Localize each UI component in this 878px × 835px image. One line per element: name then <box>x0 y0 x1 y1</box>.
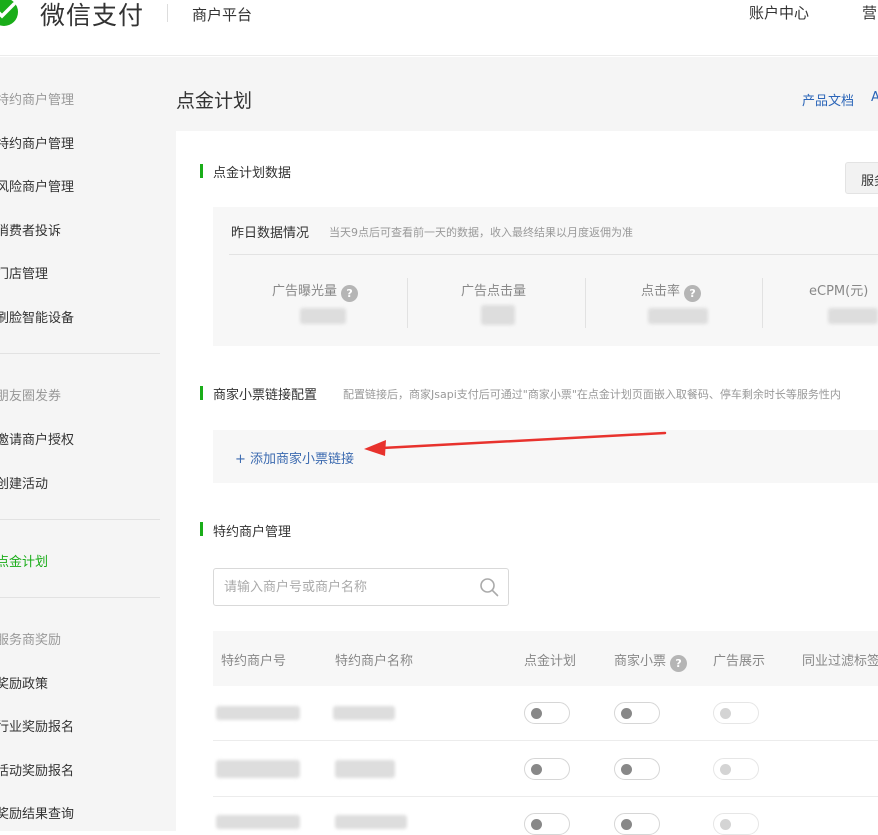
toggle-ad-display <box>713 758 759 780</box>
sidebar-item-create-activity[interactable]: 创建活动 <box>0 473 48 492</box>
toggle-knob <box>531 819 542 830</box>
metric-ecpm: eCPM(元) <box>809 280 868 299</box>
product-docs-link[interactable]: 产品文档 <box>802 90 854 109</box>
sidebar-item-face-devices[interactable]: 刷脸智能设备 <box>0 307 74 326</box>
receipt-section-desc: 配置链接后，商家Jsapi支付后可通过"商家小票"在点金计划页面嵌入取餐码、停车… <box>343 388 841 401</box>
brand-divider <box>167 4 168 22</box>
sidebar-item-reward-policy[interactable]: 奖励政策 <box>0 673 48 692</box>
column-header: 商家小票? <box>614 650 688 672</box>
sidebar-item-invite-auth[interactable]: 邀请商户授权 <box>0 429 74 448</box>
sidebar-group-moments: 朋友圈发券 <box>0 389 62 404</box>
sidebar-item-reward-results[interactable]: 奖励结果查询 <box>0 803 74 822</box>
top-bar: 微信支付 商户平台 账户中心 营 <box>0 0 878 56</box>
column-header: 同业过滤标签 <box>802 654 878 669</box>
toggle-knob <box>720 764 731 775</box>
sidebar-divider <box>0 597 160 598</box>
toggle-gold-plan[interactable] <box>524 702 570 724</box>
column-header: 特约商户名称 <box>335 654 414 669</box>
sidebar-item-merchant-mgmt[interactable]: 特约商户管理 <box>0 133 74 152</box>
metric-label: 广告曝光量 <box>272 284 338 299</box>
metric-label: eCPM(元) <box>809 284 869 299</box>
stats-heading: 昨日数据情况 <box>231 226 310 241</box>
platform-name[interactable]: 商户平台 <box>192 4 252 25</box>
redacted-merchant-id <box>216 815 300 829</box>
row-divider <box>213 740 878 741</box>
receipt-section-title: 商家小票链接配置 <box>213 388 318 403</box>
sidebar-item-complaints[interactable]: 消费者投诉 <box>0 220 61 239</box>
sidebar-item-risk-merchant[interactable]: 风险商户管理 <box>0 176 74 195</box>
metric-divider <box>407 278 408 328</box>
toggle-ad-display <box>713 813 759 835</box>
toggle-knob <box>720 819 731 830</box>
sidebar-item-activity-reward[interactable]: 活动奖励报名 <box>0 760 74 779</box>
sidebar-divider <box>0 353 160 354</box>
sidebar-group-merchant: 特约商户管理 <box>0 93 75 108</box>
metric-clicks: 广告点击量 <box>461 280 526 299</box>
sidebar-group-rewards: 服务商奖励 <box>0 633 62 648</box>
redacted-value <box>300 308 346 324</box>
nav-marketing[interactable]: 营 <box>862 2 877 23</box>
sidebar-divider <box>0 519 160 520</box>
sidebar-item-industry-reward[interactable]: 行业奖励报名 <box>0 716 74 735</box>
toggle-gold-plan[interactable] <box>524 758 570 780</box>
metric-impressions: 广告曝光量? <box>272 280 359 302</box>
toggle-gold-plan[interactable] <box>524 813 570 835</box>
column-header: 特约商户号 <box>221 654 287 669</box>
toggle-knob <box>531 764 542 775</box>
section-marker <box>200 522 203 536</box>
metric-divider <box>585 278 586 328</box>
data-section-title: 点金计划数据 <box>213 166 292 181</box>
redacted-value <box>828 308 878 324</box>
redacted-merchant-id <box>216 760 300 778</box>
metric-label: 广告点击量 <box>461 284 527 299</box>
question-icon[interactable]: ? <box>341 285 359 302</box>
service-button[interactable]: 服务 <box>845 162 878 194</box>
brand-name: 微信支付 <box>40 1 145 30</box>
column-header: 广告展示 <box>713 654 766 669</box>
toggle-knob <box>720 708 731 719</box>
question-icon[interactable]: ? <box>670 655 688 672</box>
toggle-knob <box>621 708 632 719</box>
section-marker <box>200 164 203 178</box>
toggle-knob <box>621 764 632 775</box>
column-header: 点金计划 <box>524 654 577 669</box>
merchant-section-title: 特约商户管理 <box>213 525 292 540</box>
add-receipt-link[interactable]: + 添加商家小票链接 <box>235 448 354 467</box>
toggle-receipt[interactable] <box>614 813 660 835</box>
redacted-merchant-id <box>216 706 300 720</box>
section-marker <box>200 386 203 400</box>
api-docs-link[interactable]: A <box>871 90 878 105</box>
metric-label: 点击率 <box>641 284 681 299</box>
toggle-ad-display <box>713 702 759 724</box>
toggle-receipt[interactable] <box>614 758 660 780</box>
stats-divider <box>229 254 878 255</box>
toggle-receipt[interactable] <box>614 702 660 724</box>
search-icon[interactable] <box>479 577 499 597</box>
redacted-merchant-name <box>335 815 407 829</box>
question-icon[interactable]: ? <box>684 285 702 302</box>
redacted-value <box>648 308 708 324</box>
column-label: 商家小票 <box>614 654 667 669</box>
metric-ctr: 点击率? <box>641 280 702 302</box>
nav-account-center[interactable]: 账户中心 <box>749 2 809 23</box>
sidebar-item-stores[interactable]: 门店管理 <box>0 263 48 282</box>
wechat-pay-logo-icon <box>0 0 18 26</box>
sidebar-item-gold-plan[interactable]: 点金计划 <box>0 551 48 570</box>
stats-note: 当天9点后可查看前一天的数据，收入最终结果以月度返佣为准 <box>329 226 633 239</box>
redacted-merchant-name <box>333 706 395 720</box>
page-title: 点金计划 <box>176 90 253 112</box>
toggle-knob <box>531 708 542 719</box>
metric-divider <box>762 278 763 328</box>
annotation-arrow-icon <box>364 431 667 456</box>
redacted-merchant-name <box>335 760 395 778</box>
redacted-value <box>481 305 515 325</box>
toggle-knob <box>621 819 632 830</box>
row-divider <box>213 796 878 797</box>
merchant-search-input[interactable] <box>213 568 509 606</box>
